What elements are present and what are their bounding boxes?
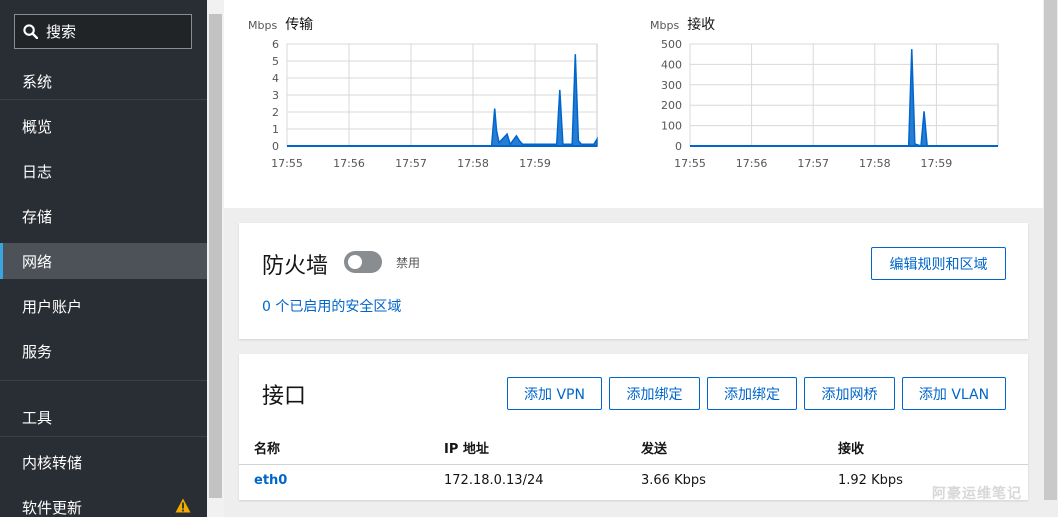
add-bond-button[interactable]: 添加绑定 [609, 377, 700, 410]
x-tick-label: 17:56 [333, 157, 365, 170]
sidebar-item-label: 网络 [22, 252, 53, 271]
sidebar: 搜索 系统 概览 日志 存储 网络 用户账户 服务 工具 内核转储 软件更新 [0, 0, 207, 517]
sidebar-item-accounts[interactable]: 用户账户 [0, 284, 207, 328]
y-tick-label: 6 [272, 38, 279, 51]
chart-frame [689, 43, 999, 147]
search-input[interactable]: 搜索 [14, 14, 192, 49]
sidebar-item-logs[interactable]: 日志 [0, 149, 207, 193]
firewall-toggle-state: 禁用 [396, 256, 421, 270]
sidebar-item-label: 存储 [22, 207, 53, 226]
receive-chart: 500 400 300 200 100 0 17:55 17:56 17:57 17:58 17:5… [661, 38, 999, 170]
scrollbar-thumb[interactable] [1044, 0, 1057, 500]
sidebar-item-software-updates[interactable]: 软件更新 [0, 485, 207, 517]
firewall-toggle[interactable] [344, 251, 382, 273]
x-tick-label: 17:58 [457, 157, 489, 170]
search-icon [23, 24, 38, 39]
interfaces-card [239, 354, 1028, 500]
sidebar-item-label: 工具 [22, 408, 53, 427]
sidebar-item-overview[interactable]: 概览 [0, 104, 207, 148]
sidebar-scrollbar[interactable] [207, 0, 224, 517]
y-tick-label: 400 [661, 58, 682, 71]
receive-title: 接收 [687, 17, 716, 33]
series-area [690, 49, 998, 148]
column-header-ip[interactable]: IP 地址 [444, 438, 489, 457]
x-tick-label: 17:58 [859, 157, 891, 170]
interfaces-title: 接口 [262, 384, 307, 409]
interface-name-link[interactable]: eth0 [254, 473, 287, 488]
watermark: 阿豪运维笔记 [932, 486, 1022, 502]
active-zones-link[interactable]: 0 个已启用的安全区域 [262, 296, 401, 316]
scrollbar-thumb[interactable] [209, 14, 222, 498]
x-tick-label: 17:55 [674, 157, 706, 170]
sidebar-divider [0, 436, 207, 437]
main-scrollbar[interactable] [1043, 0, 1058, 517]
add-bridge-button[interactable]: 添加网桥 [804, 377, 895, 410]
y-tick-label: 500 [661, 38, 682, 51]
sidebar-item-storage[interactable]: 存储 [0, 194, 207, 238]
x-tick-label: 17:59 [519, 157, 551, 170]
transmit-unit: Mbps [248, 19, 278, 32]
add-team-button[interactable]: 添加绑定 [707, 377, 797, 410]
transmit-chart: 6 5 4 3 2 1 0 17:55 17:56 17:57 17:58 17:59 [271, 38, 598, 170]
firewall-card [239, 223, 1028, 339]
sidebar-item-tools[interactable]: 工具 [0, 395, 207, 439]
sidebar-item-label: 服务 [22, 342, 53, 361]
receive-unit: Mbps [650, 19, 680, 32]
y-tick-label: 0 [675, 140, 682, 153]
column-header-receive[interactable]: 接收 [838, 438, 864, 457]
y-tick-label: 4 [272, 72, 279, 85]
add-vlan-button[interactable]: 添加 VLAN [902, 377, 1006, 410]
sidebar-item-label: 用户账户 [22, 297, 83, 316]
receive-graph-header: Mbps 接收 [650, 14, 715, 34]
sidebar-item-system[interactable]: 系统 [0, 59, 207, 103]
x-tick-label: 17:57 [797, 157, 829, 170]
y-tick-label: 1 [272, 123, 279, 136]
transmit-graph-header: Mbps 传输 [248, 14, 313, 34]
x-tick-label: 17:56 [736, 157, 768, 170]
y-tick-label: 2 [272, 106, 279, 119]
series-area [287, 54, 598, 147]
sidebar-item-kdump[interactable]: 内核转储 [0, 440, 207, 484]
warning-icon [175, 498, 191, 513]
x-tick-label: 17:59 [921, 157, 953, 170]
sidebar-item-label: 软件更新 [22, 498, 83, 517]
y-tick-label: 100 [661, 120, 682, 133]
firewall-title: 防火墙 [262, 254, 329, 279]
sidebar-divider [0, 380, 207, 381]
y-tick-label: 200 [661, 99, 682, 112]
transmit-title: 传输 [285, 17, 314, 33]
interface-ip: 172.18.0.13/24 [444, 473, 544, 488]
sidebar-divider [0, 99, 207, 100]
column-header-send[interactable]: 发送 [641, 438, 667, 457]
sidebar-item-label: 系统 [22, 72, 53, 91]
x-tick-label: 17:55 [271, 157, 303, 170]
sidebar-item-label: 内核转储 [22, 453, 83, 472]
sidebar-item-networking[interactable]: 网络 [0, 243, 207, 279]
y-tick-label: 300 [661, 79, 682, 92]
y-tick-label: 5 [272, 55, 279, 68]
sidebar-item-services[interactable]: 服务 [0, 329, 207, 373]
table-divider [239, 464, 1028, 465]
x-tick-label: 17:57 [395, 157, 427, 170]
sidebar-item-label: 概览 [22, 117, 53, 136]
search-label: 搜索 [46, 23, 77, 41]
toggle-knob [348, 255, 362, 269]
sidebar-item-label: 日志 [22, 162, 53, 181]
y-tick-label: 0 [272, 140, 279, 153]
add-vpn-button[interactable]: 添加 VPN [507, 377, 602, 410]
y-tick-label: 3 [272, 89, 279, 102]
edit-rules-zones-button[interactable]: 编辑规则和区域 [871, 247, 1006, 280]
interface-receive-rate: 1.92 Kbps [838, 473, 903, 488]
column-header-name[interactable]: 名称 [254, 438, 280, 457]
interface-send-rate: 3.66 Kbps [641, 473, 706, 488]
